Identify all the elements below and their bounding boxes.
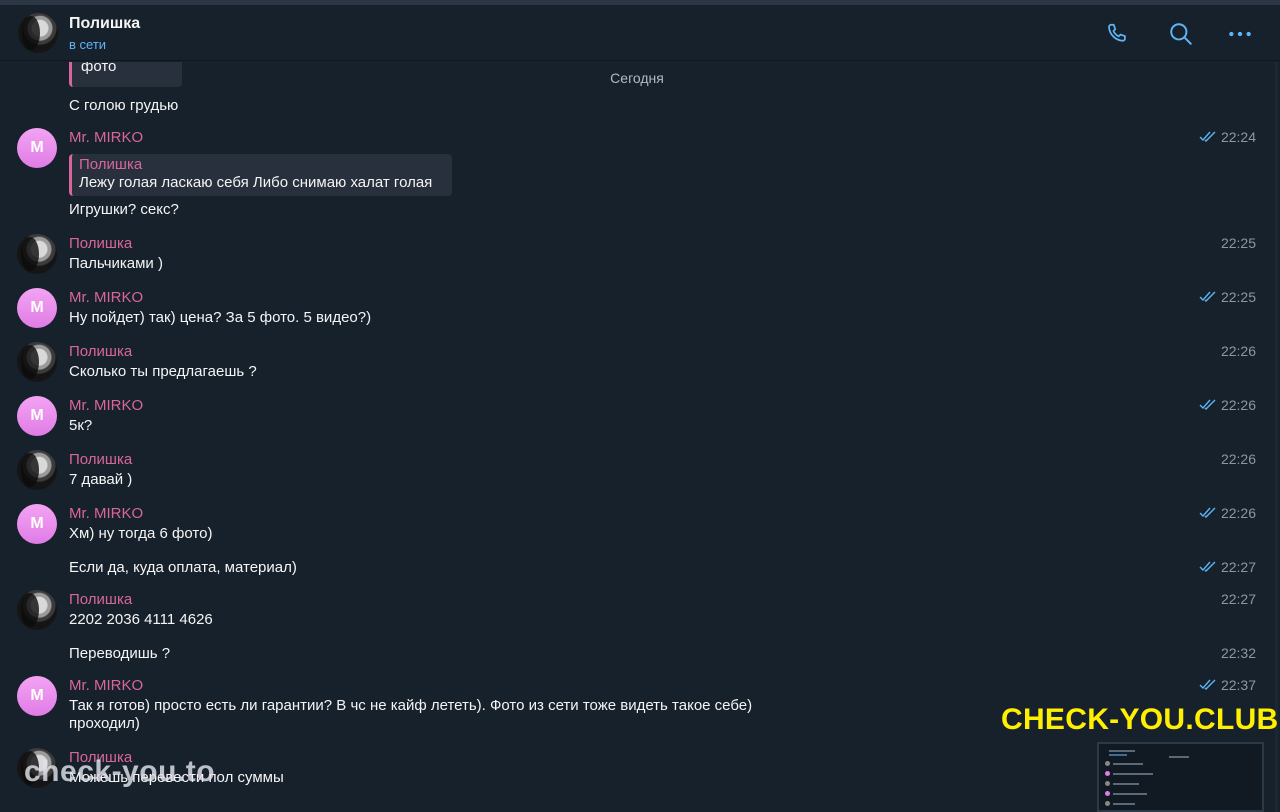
- read-checkmarks-icon: [1199, 561, 1216, 572]
- sender-name[interactable]: Mr. MIRKO: [69, 677, 143, 694]
- sender-name[interactable]: Полишка: [69, 591, 132, 608]
- message-time-text: 22:27: [1220, 591, 1256, 607]
- message-time-text: 22:24: [1220, 129, 1256, 145]
- message-time: 22:26: [1221, 451, 1256, 467]
- reply-quote[interactable]: Полишка Лежу голая ласкаю себя Либо сним…: [69, 154, 452, 196]
- call-button[interactable]: [1102, 19, 1132, 49]
- message-text-line-1: Так я готов) просто есть ли гарантии? В …: [69, 697, 753, 714]
- message-time-text: 22:26: [1220, 343, 1256, 359]
- thumb-dot: [1105, 761, 1110, 766]
- sender-name[interactable]: Mr. MIRKO: [69, 289, 143, 306]
- sender-avatar[interactable]: M: [17, 396, 57, 436]
- contact-status: в сети: [69, 37, 107, 52]
- message-time: 22:26: [1199, 505, 1256, 521]
- message-text: Если да, куда оплата, материал): [69, 559, 297, 576]
- message-time: 22:27: [1221, 591, 1256, 607]
- thumb-dot: [1105, 771, 1110, 776]
- sender-avatar[interactable]: M: [17, 288, 57, 328]
- message-text: Ну пойдет) так) цена? За 5 фото. 5 видео…: [69, 309, 372, 326]
- sender-avatar[interactable]: [17, 450, 57, 490]
- thumb-line: [1169, 756, 1189, 758]
- message-text: Переводишь ?: [69, 645, 171, 662]
- sender-avatar[interactable]: M: [17, 128, 57, 168]
- message-text: С голою грудью: [69, 97, 179, 114]
- message-text: Хм) ну тогда 6 фото): [69, 525, 213, 542]
- message-time: 22:32: [1221, 645, 1256, 661]
- message-time: 22:25: [1199, 289, 1256, 305]
- message-time: 22:24: [1199, 129, 1256, 145]
- thumb-line: [1113, 783, 1139, 785]
- contact-avatar[interactable]: [18, 13, 58, 53]
- thumb-dot: [1105, 801, 1110, 806]
- read-checkmarks-icon: [1199, 131, 1216, 142]
- sender-name[interactable]: Полишка: [69, 235, 132, 252]
- message-text-line-2: проходил): [69, 715, 140, 732]
- sender-avatar[interactable]: [17, 590, 57, 630]
- read-checkmarks-icon: [1199, 399, 1216, 410]
- thumb-line: [1113, 803, 1135, 805]
- message-text: 5к?: [69, 417, 93, 434]
- date-separator: Сегодня: [610, 70, 664, 86]
- contact-name[interactable]: Полишка: [69, 15, 140, 33]
- message-list[interactable]: фото Сегодня С голою грудью M Mr. MIRKO …: [0, 62, 1280, 812]
- message-time: 22:25: [1221, 235, 1256, 251]
- sender-name[interactable]: Mr. MIRKO: [69, 129, 143, 146]
- watermark-left: check-you.to: [24, 755, 216, 788]
- sender-avatar[interactable]: M: [17, 676, 57, 716]
- sender-name[interactable]: Mr. MIRKO: [69, 397, 143, 414]
- thumb-line: [1109, 754, 1127, 756]
- thumb-line: [1113, 773, 1153, 775]
- message-time-text: 22:25: [1220, 235, 1256, 251]
- message-time-text: 22:26: [1220, 451, 1256, 467]
- message-time-text: 22:26: [1220, 505, 1256, 521]
- message-time-text: 22:37: [1220, 677, 1256, 693]
- screenshot-thumbnail: [1097, 742, 1264, 812]
- chat-scrollbar[interactable]: [1275, 62, 1278, 812]
- read-checkmarks-icon: [1199, 291, 1216, 302]
- sender-avatar[interactable]: [17, 342, 57, 382]
- message-text: Игрушки? секс?: [69, 201, 179, 218]
- message-text: 7 давай ): [69, 471, 133, 488]
- chat-header: Полишка в сети: [0, 5, 1280, 61]
- message-time: 22:26: [1199, 397, 1256, 413]
- message-time-text: 22:26: [1220, 397, 1256, 413]
- message-time: 22:37: [1199, 677, 1256, 693]
- message-text: Сколько ты предлагаешь ?: [69, 363, 257, 380]
- thumb-line: [1109, 750, 1135, 752]
- sender-name[interactable]: Mr. MIRKO: [69, 505, 143, 522]
- phone-icon: [1108, 23, 1126, 42]
- sender-name[interactable]: Полишка: [69, 451, 132, 468]
- sender-avatar[interactable]: [17, 234, 57, 274]
- more-dots-icon: [1229, 31, 1251, 37]
- more-button[interactable]: [1225, 19, 1255, 49]
- message-time-text: 22:32: [1220, 645, 1256, 661]
- search-icon: [1170, 23, 1192, 45]
- reply-quote-text: Лежу голая ласкаю себя Либо снимаю халат…: [79, 174, 433, 191]
- read-checkmarks-icon: [1199, 507, 1216, 518]
- message-time-text: 22:25: [1220, 289, 1256, 305]
- message-text: 2202 2036 4111 4626: [69, 611, 213, 628]
- read-checkmarks-icon: [1199, 679, 1216, 690]
- thumb-dot: [1105, 791, 1110, 796]
- sender-avatar[interactable]: M: [17, 504, 57, 544]
- sender-name[interactable]: Полишка: [69, 343, 132, 360]
- thumb-dot: [1105, 781, 1110, 786]
- thumb-line: [1113, 763, 1143, 765]
- message-time: 22:27: [1199, 559, 1256, 575]
- message-text: Пальчиками ): [69, 255, 163, 272]
- watermark-right: CHECK-YOU.CLUB: [1001, 703, 1279, 736]
- reply-quote-name: Полишка: [79, 156, 143, 173]
- search-button[interactable]: [1166, 19, 1196, 49]
- message-time-text: 22:27: [1220, 559, 1256, 575]
- thumb-line: [1113, 793, 1147, 795]
- message-time: 22:26: [1221, 343, 1256, 359]
